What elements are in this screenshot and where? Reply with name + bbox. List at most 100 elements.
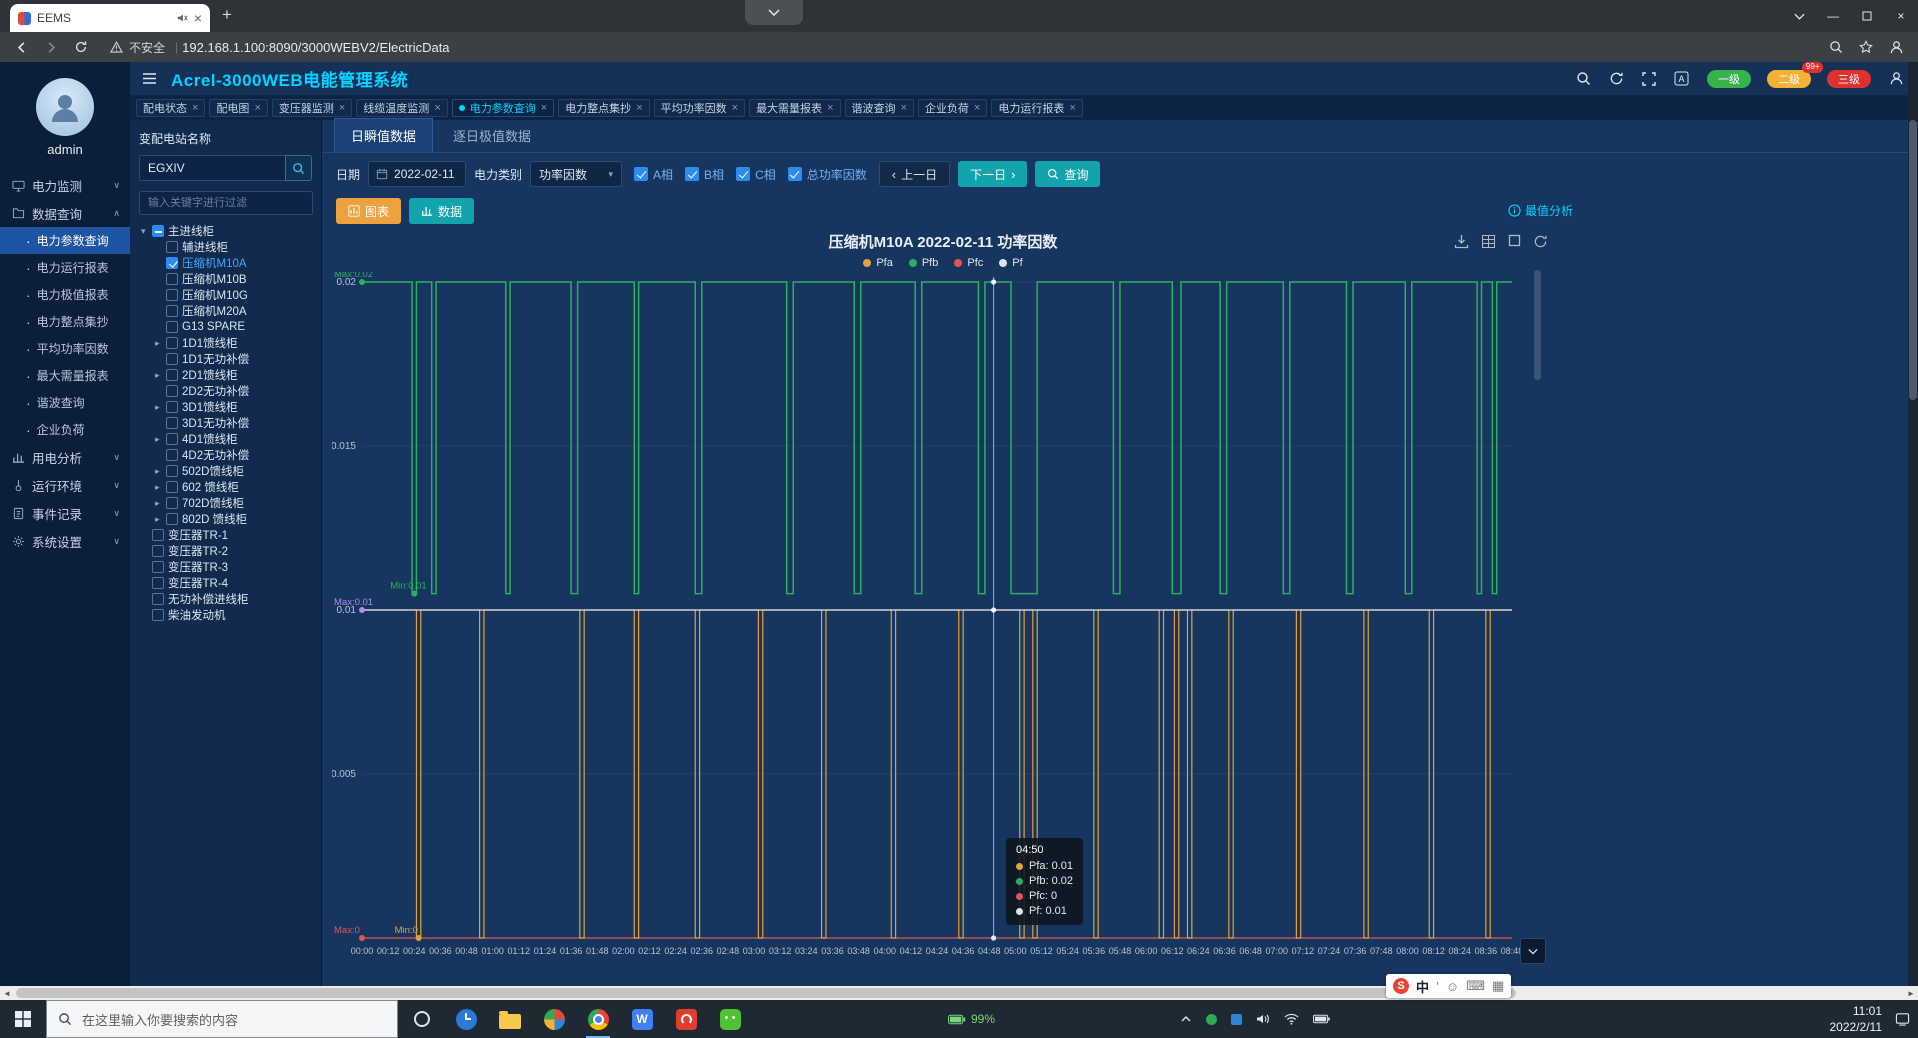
tree-node[interactable]: 压缩机M10B <box>139 271 312 287</box>
window-chevron-icon[interactable] <box>1782 0 1816 32</box>
page-scrollbar[interactable] <box>1908 62 1918 986</box>
tree-checkbox[interactable] <box>166 305 178 317</box>
fullscreen-icon[interactable] <box>1642 72 1656 86</box>
titlebar-dropdown-button[interactable] <box>745 0 803 25</box>
tray-chevron-icon[interactable] <box>1180 1015 1192 1023</box>
reload-icon[interactable] <box>66 40 96 54</box>
tab-close-icon[interactable]: × <box>194 11 202 25</box>
scrollbar-thumb[interactable] <box>1909 120 1917 400</box>
url-text[interactable]: 192.168.1.100:8090/3000WEBV2/ElectricDat… <box>182 40 1829 55</box>
tree-node[interactable]: 压缩机M10G <box>139 287 312 303</box>
alarm-badge[interactable]: 三级 <box>1827 70 1871 88</box>
search-icon[interactable] <box>1576 71 1591 86</box>
ime-toolbar[interactable]: S 中 ’ ☺ ⌨ ▦ <box>1386 974 1511 998</box>
file-explorer-icon[interactable] <box>488 1000 532 1038</box>
tree-checkbox[interactable] <box>166 513 178 525</box>
app-tab[interactable]: 谐波查询× <box>845 99 914 117</box>
category-select[interactable]: 功率因数 ▾ <box>530 161 622 187</box>
chevron-right-icon[interactable]: ▸ <box>155 402 166 413</box>
tree-checkbox[interactable] <box>152 577 164 589</box>
tree-node[interactable]: ▸2D1馈线柜 <box>139 367 312 383</box>
chevron-down-icon[interactable]: ▾ <box>141 226 152 237</box>
query-button[interactable]: 查询 <box>1035 161 1100 187</box>
max-analysis-link[interactable]: 最值分析 <box>1508 202 1573 219</box>
tree-node[interactable]: ▸1D1馈线柜 <box>139 335 312 351</box>
security-warning[interactable]: 不安全 | <box>110 39 182 56</box>
tree-filter-input[interactable] <box>139 191 313 215</box>
close-icon[interactable]: × <box>339 103 345 114</box>
phase-checkbox[interactable]: C相 <box>736 166 776 183</box>
scrollbar-thumb[interactable] <box>16 988 1516 998</box>
alarm-badge[interactable]: 一级 <box>1707 70 1751 88</box>
pinwheel-app-icon[interactable] <box>532 1000 576 1038</box>
volume-icon[interactable] <box>1256 1013 1270 1025</box>
sidebar-item[interactable]: 用电分析∨ <box>0 443 130 471</box>
tree-node[interactable]: ▸502D馈线柜 <box>139 463 312 479</box>
tree-checkbox[interactable] <box>166 321 178 333</box>
tree-checkbox[interactable] <box>166 369 178 381</box>
close-icon[interactable]: × <box>1069 103 1075 114</box>
close-icon[interactable]: × <box>254 103 260 114</box>
ime-mode[interactable]: 中 <box>1416 977 1429 996</box>
tree-checkbox[interactable] <box>152 561 164 573</box>
network-icon[interactable] <box>1284 1013 1299 1025</box>
close-icon[interactable]: × <box>901 103 907 114</box>
toolbox-icon[interactable]: ▦ <box>1492 978 1504 994</box>
smiley-icon[interactable]: ☺ <box>1446 979 1459 994</box>
start-button[interactable] <box>0 1000 46 1038</box>
tray-green-app-icon[interactable] <box>1206 1014 1217 1025</box>
cortana-icon[interactable] <box>400 1000 444 1038</box>
tray-blue-app-icon[interactable] <box>1231 1014 1242 1025</box>
legend-item[interactable]: Pfb <box>909 257 939 269</box>
horizontal-scrollbar[interactable]: ◄ ► <box>0 986 1918 1000</box>
tree-node[interactable]: 柴油发动机 <box>139 607 312 623</box>
tree-checkbox[interactable] <box>166 417 178 429</box>
sidebar-item[interactable]: 系统设置∨ <box>0 527 130 555</box>
tree-node[interactable]: 变压器TR-1 <box>139 527 312 543</box>
clock[interactable]: 11:01 2022/2/11 <box>1830 1003 1883 1035</box>
chevron-right-icon[interactable]: ▸ <box>155 434 166 445</box>
chevron-right-icon[interactable]: ▸ <box>155 514 166 525</box>
sidebar-item[interactable]: 事件记录∨ <box>0 499 130 527</box>
tree-node[interactable]: 压缩机M10A <box>139 255 312 271</box>
back-icon[interactable] <box>6 40 36 55</box>
new-tab-button[interactable]: + <box>222 5 232 25</box>
scroll-corner-button[interactable] <box>1520 938 1546 964</box>
restore-icon[interactable] <box>1508 234 1521 249</box>
phase-checkbox[interactable]: 总功率因数 <box>788 166 867 183</box>
star-icon[interactable] <box>1859 40 1873 54</box>
tree-checkbox[interactable] <box>152 609 164 621</box>
station-search-button[interactable] <box>285 155 312 181</box>
tree-checkbox[interactable] <box>166 385 178 397</box>
chart-view-button[interactable]: 图表 <box>336 198 401 224</box>
legend-item[interactable]: Pf <box>999 257 1022 269</box>
red-app-icon[interactable] <box>664 1000 708 1038</box>
sidebar-subitem[interactable]: ·电力极值报表 <box>0 281 130 308</box>
tree-node[interactable]: 辅进线柜 <box>139 239 312 255</box>
chrome-icon[interactable] <box>576 1000 620 1038</box>
next-day-button[interactable]: 下一日› <box>958 161 1027 187</box>
sync-icon[interactable] <box>1609 71 1624 86</box>
tree-checkbox[interactable] <box>152 529 164 541</box>
forward-icon[interactable] <box>36 40 66 55</box>
tree-node[interactable]: ▸802D 馈线柜 <box>139 511 312 527</box>
sidebar-subitem[interactable]: ·电力运行报表 <box>0 254 130 281</box>
clock-app-icon[interactable] <box>444 1000 488 1038</box>
app-tab[interactable]: 电力整点集抄× <box>558 99 649 117</box>
browser-tab[interactable]: EEMS × <box>10 4 210 32</box>
save-image-icon[interactable] <box>1454 234 1469 249</box>
close-icon[interactable]: × <box>974 103 980 114</box>
tree-node[interactable]: 变压器TR-2 <box>139 543 312 559</box>
data-view-icon[interactable] <box>1481 234 1496 249</box>
battery-widget[interactable]: 99% <box>948 1000 995 1038</box>
menu-icon[interactable] <box>142 72 157 85</box>
app-tab[interactable]: 线缆温度监测× <box>356 99 447 117</box>
notification-icon[interactable] <box>1895 1012 1910 1026</box>
translate-icon[interactable]: A <box>1674 71 1689 86</box>
tree-checkbox[interactable] <box>166 353 178 365</box>
app-tab[interactable]: 企业负荷× <box>918 99 987 117</box>
chevron-right-icon[interactable]: ▸ <box>155 338 166 349</box>
tree-node[interactable]: 压缩机M20A <box>139 303 312 319</box>
sidebar-subitem[interactable]: ·电力参数查询 <box>0 227 130 254</box>
avatar[interactable] <box>36 78 94 136</box>
